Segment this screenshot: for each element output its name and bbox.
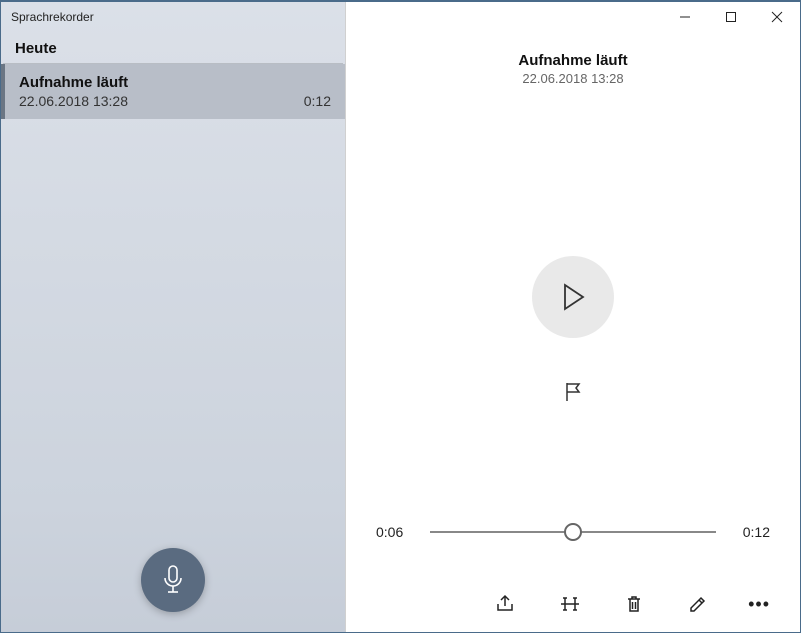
minimize-icon (679, 11, 691, 23)
seek-thumb[interactable] (564, 523, 582, 541)
maximize-button[interactable] (708, 2, 754, 32)
close-icon (771, 11, 783, 23)
recording-header: Aufnahme läuft 22.06.2018 13:28 (346, 52, 800, 86)
app-title: Sprachrekorder (1, 2, 345, 32)
section-header-today: Heute (3, 32, 343, 64)
share-button[interactable] (492, 590, 520, 618)
time-total: 0:12 (730, 524, 770, 540)
rename-button[interactable] (684, 590, 712, 618)
bottom-toolbar: ••• (346, 590, 800, 618)
recording-title: Aufnahme läuft (346, 52, 800, 69)
time-current: 0:06 (376, 524, 416, 540)
microphone-icon (160, 565, 186, 595)
recording-list-item[interactable]: Aufnahme läuft 22.06.2018 13:28 0:12 (1, 64, 345, 119)
trash-icon (625, 594, 643, 614)
delete-button[interactable] (620, 590, 648, 618)
play-icon (559, 281, 587, 313)
recording-item-duration: 0:12 (304, 93, 331, 109)
recording-item-title: Aufnahme läuft (19, 74, 331, 91)
flag-icon (563, 381, 583, 403)
close-button[interactable] (754, 2, 800, 32)
share-icon (495, 594, 517, 614)
main-panel: Aufnahme läuft 22.06.2018 13:28 0:06 0:1… (346, 2, 800, 632)
record-button[interactable] (141, 548, 205, 612)
minimize-button[interactable] (662, 2, 708, 32)
recording-datetime: 22.06.2018 13:28 (346, 71, 800, 86)
recording-item-datetime: 22.06.2018 13:28 (19, 93, 128, 109)
trim-icon (559, 595, 581, 613)
play-button[interactable] (532, 256, 614, 338)
maximize-icon (725, 11, 737, 23)
add-marker-button[interactable] (559, 378, 587, 406)
window-controls (662, 2, 800, 32)
more-icon: ••• (748, 594, 770, 614)
timeline: 0:06 0:12 (376, 522, 770, 542)
sidebar: Sprachrekorder Heute Aufnahme läuft 22.0… (1, 2, 346, 632)
trim-button[interactable] (556, 590, 584, 618)
pencil-icon (688, 594, 708, 614)
seek-track[interactable] (430, 522, 716, 542)
more-button[interactable]: ••• (748, 590, 770, 618)
